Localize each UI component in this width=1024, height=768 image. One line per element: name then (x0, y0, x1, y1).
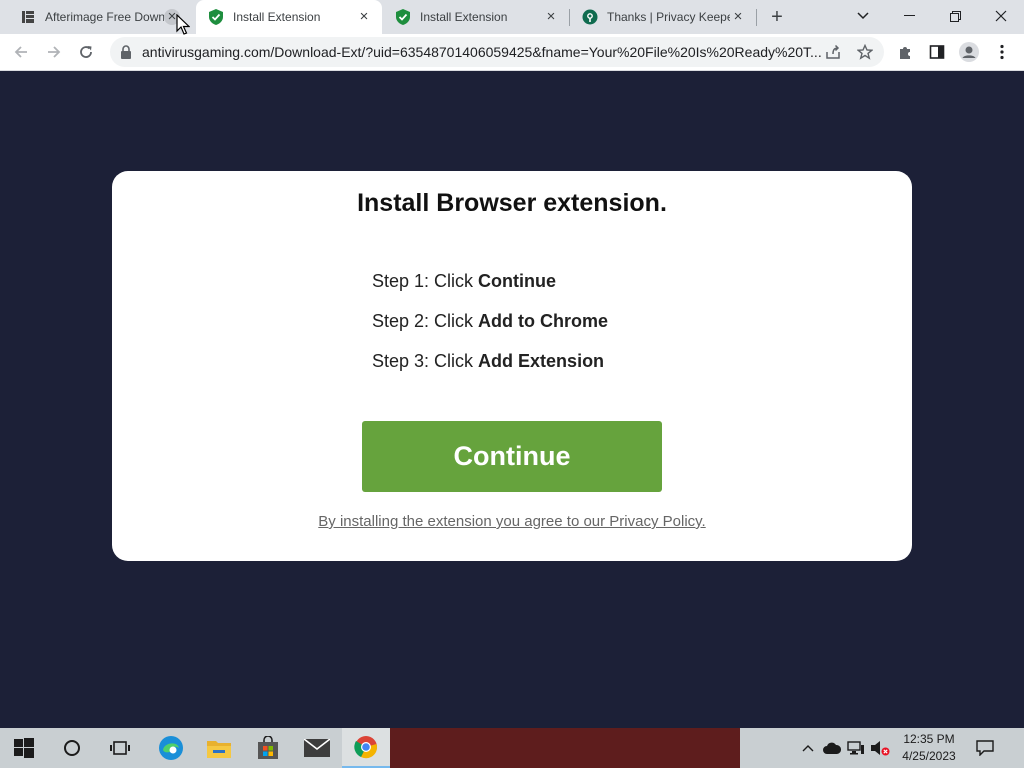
privacy-policy-link[interactable]: By installing the extension you agree to… (112, 513, 912, 530)
privacy-keeper-icon (582, 9, 598, 25)
page-title: Install Browser extension. (357, 189, 667, 217)
notifications-icon[interactable] (972, 728, 998, 768)
windows-taskbar: 12:35 PM 4/25/2023 (0, 728, 1024, 768)
menu-kebab-icon[interactable] (991, 41, 1013, 63)
step-prefix: Step 2: Click (372, 311, 479, 331)
file-explorer-icon[interactable] (195, 728, 243, 768)
forward-arrow-icon[interactable] (42, 40, 66, 64)
network-icon[interactable] (845, 728, 867, 768)
tab-close-icon[interactable]: × (356, 9, 372, 25)
step-action: Add Extension (478, 351, 605, 371)
tab-separator (756, 9, 757, 26)
taskbar-clock[interactable]: 12:35 PM 4/25/2023 (890, 731, 968, 765)
afterimage-favicon-icon (20, 9, 36, 25)
back-arrow-icon[interactable] (9, 40, 33, 64)
microsoft-store-icon[interactable] (244, 728, 292, 768)
volume-muted-icon[interactable] (869, 728, 891, 768)
tab-close-icon[interactable]: × (543, 9, 559, 25)
minimize-icon[interactable] (886, 0, 932, 32)
step-3: Step 3: Click Add Extension (372, 351, 604, 372)
new-tab-plus-icon[interactable]: + (766, 6, 788, 28)
onedrive-cloud-icon[interactable] (821, 728, 843, 768)
url-text: antivirusgaming.com/Download-Ext/?uid=63… (142, 44, 822, 60)
show-hidden-icons-chevron-up-icon[interactable] (799, 728, 817, 768)
tab-title: Afterimage Free Downl (45, 10, 164, 24)
tab-afterimage[interactable]: Afterimage Free Downl × (8, 0, 190, 34)
lock-icon[interactable] (120, 45, 132, 59)
tab-strip: Afterimage Free Downl × Install Extensio… (0, 0, 1024, 34)
tab-search-chevron-down-icon[interactable] (840, 0, 886, 32)
tab-install-extension[interactable]: Install Extension × (383, 0, 569, 34)
side-panel-icon[interactable] (926, 41, 948, 63)
tab-title: Install Extension (420, 10, 508, 24)
taskbar-wallpaper-strip (390, 728, 740, 768)
step-action: Add to Chrome (478, 311, 609, 331)
continue-button[interactable]: Continue (362, 421, 662, 492)
tab-install-extension-active[interactable]: Install Extension × (196, 0, 382, 34)
close-window-icon[interactable] (978, 0, 1024, 32)
extensions-puzzle-icon[interactable] (894, 41, 916, 63)
chrome-browser-icon[interactable] (342, 728, 390, 768)
green-shield-icon (395, 9, 411, 25)
address-bar[interactable]: antivirusgaming.com/Download-Ext/?uid=63… (110, 37, 884, 67)
green-shield-icon (208, 9, 224, 25)
edge-browser-icon[interactable] (147, 728, 195, 768)
share-icon[interactable] (822, 41, 844, 63)
windows-start-icon[interactable] (0, 728, 48, 768)
install-extension-card: Install Browser extension. Step 1: Click… (112, 171, 912, 561)
step-action: Continue (478, 271, 557, 291)
mouse-cursor-icon (176, 13, 191, 36)
step-2: Step 2: Click Add to Chrome (372, 311, 608, 332)
tab-title: Thanks | Privacy Keepe (607, 10, 730, 24)
step-prefix: Step 1: Click (372, 271, 479, 291)
step-prefix: Step 3: Click (372, 351, 479, 371)
step-1: Step 1: Click Continue (372, 271, 556, 292)
bookmark-star-icon[interactable] (854, 41, 876, 63)
tab-title: Install Extension (233, 10, 321, 24)
task-view-icon[interactable] (96, 728, 144, 768)
clock-date: 4/25/2023 (902, 749, 956, 763)
tab-privacy-keeper[interactable]: Thanks | Privacy Keepe × (570, 0, 756, 34)
profile-avatar-icon[interactable] (958, 41, 980, 63)
clock-time: 12:35 PM (903, 732, 955, 746)
search-circle-icon[interactable] (48, 728, 96, 768)
restore-icon[interactable] (932, 0, 978, 32)
tab-close-icon[interactable]: × (730, 9, 746, 25)
mail-envelope-icon[interactable] (293, 728, 341, 768)
browser-toolbar: antivirusgaming.com/Download-Ext/?uid=63… (0, 34, 1024, 71)
reload-icon[interactable] (74, 40, 98, 64)
